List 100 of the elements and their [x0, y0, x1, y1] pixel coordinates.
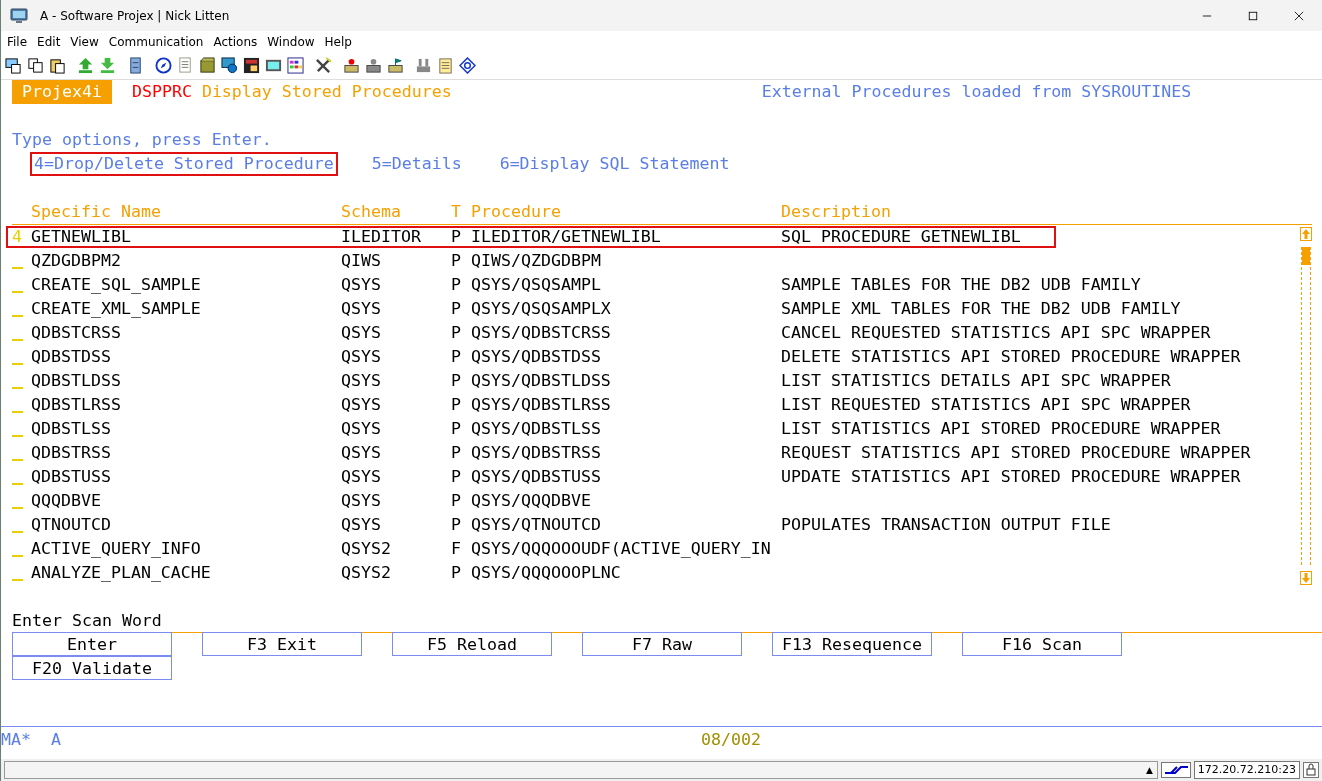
table-cell-text: QSYS/QQQDBVE	[471, 491, 592, 511]
robot-flag-icon[interactable]	[387, 57, 404, 74]
scroll-up-icon[interactable]	[1300, 227, 1312, 241]
menu-item[interactable]: Edit	[37, 34, 61, 49]
document-icon[interactable]	[177, 57, 194, 74]
scrollbar-track[interactable]	[1301, 247, 1311, 565]
table-cell-text: QDBSTRSS	[31, 443, 112, 463]
table-cell-text: QDBSTCRSS	[31, 323, 122, 343]
column-header: Description	[781, 202, 891, 222]
table-cell-text: QSYS/QDBSTUSS	[471, 467, 602, 487]
table-cell-text: QSYS	[341, 299, 382, 319]
table-cell-text: QDBSTDSS	[31, 347, 112, 367]
table-cell-text: ILEDITOR	[341, 227, 422, 247]
menu-item[interactable]: Window	[267, 34, 315, 49]
print-screen-icon[interactable]	[5, 57, 22, 74]
terminal-icon	[10, 7, 28, 24]
column-header: Procedure	[471, 202, 562, 222]
table-cell-text: QSYS	[341, 419, 382, 439]
table-cell: CANCEL REQUESTED STATISTICS API SPC WRAPPER	[781, 323, 1211, 343]
table-cell-text: QSYS/QDBSTLSS	[471, 419, 602, 439]
notepad-icon[interactable]	[437, 57, 454, 74]
table-cell-text: QIWS	[341, 251, 382, 271]
scroll-glyph[interactable]: ▲	[1145, 765, 1153, 775]
menu-item[interactable]: View	[70, 34, 99, 49]
table-cell-text: QDBSTLSS	[31, 419, 112, 439]
table-cell: DELETE STATISTICS API STORED PROCEDURE WRAPPER	[781, 347, 1241, 367]
cursor-position: 08/002	[701, 729, 761, 749]
box-icon[interactable]	[199, 57, 216, 74]
table-cell-text: P	[451, 515, 462, 535]
table-cell: POPULATES TRANSACTION OUTPUT FILE	[781, 515, 1111, 535]
download-icon[interactable]	[99, 57, 116, 74]
robot-icon[interactable]	[365, 57, 382, 74]
function-key-button[interactable]: F5 Reload	[392, 632, 552, 656]
table-cell-text: QTNOUTCD	[31, 515, 112, 535]
pause-icon[interactable]	[415, 57, 432, 74]
screen-heading: Display Stored Procedures	[201, 82, 452, 102]
table-cell-text: P	[451, 563, 462, 583]
paste-icon[interactable]	[49, 57, 66, 74]
upload-icon[interactable]	[77, 57, 94, 74]
monitor-icon[interactable]	[265, 57, 282, 74]
table-cell: SQL PROCEDURE GETNEWLIBL	[781, 227, 1021, 247]
table-cell-text: P	[451, 251, 462, 271]
table-cell-text: ACTIVE_QUERY_INFO	[31, 539, 202, 559]
scan-prompt: Enter Scan Word	[12, 611, 162, 631]
table-cell-text: QSYS/QDBSTCRSS	[471, 323, 612, 343]
table-cell-text: QSYS	[341, 491, 382, 511]
table-cell-text: P	[451, 419, 462, 439]
table-cell-text: P	[451, 467, 462, 487]
table-cell-text: P	[451, 491, 462, 511]
function-key-button[interactable]: Enter	[12, 632, 172, 656]
table-cell-text: CREATE_SQL_SAMPLE	[31, 275, 202, 295]
compass-icon[interactable]	[155, 57, 172, 74]
table-cell-text: QIWS/QZDGDBPM	[471, 251, 602, 271]
table-cell: UPDATE STATISTICS API STORED PROCEDURE WRAPPER	[781, 467, 1241, 487]
mode-indicator: MA*	[1, 729, 31, 749]
window-title: A - Software Projex | Nick Litten	[40, 8, 230, 23]
table-cell-text: QSYS2	[341, 563, 392, 583]
table-cell-text: QDBSTLDSS	[31, 371, 122, 391]
table-cell-text: QSYS	[341, 275, 382, 295]
table-cell-text: QSYS/QSQSAMPLX	[471, 299, 612, 319]
help-icon[interactable]	[459, 57, 476, 74]
menu-item[interactable]: File	[7, 34, 28, 49]
lock-icon	[1303, 762, 1319, 778]
column-header: T	[451, 202, 462, 222]
function-key-button[interactable]: F16 Scan	[962, 632, 1122, 656]
function-key-button[interactable]: F20 Validate	[12, 656, 172, 680]
menu-item[interactable]: Help	[324, 34, 352, 49]
function-key-button[interactable]: F3 Exit	[202, 632, 362, 656]
table-cell-text: P	[451, 323, 462, 343]
table-cell-text: QSYS/QQQOOOPLNC	[471, 563, 622, 583]
spreadsheet-icon[interactable]	[243, 57, 260, 74]
grid-icon[interactable]	[287, 57, 304, 74]
option-legend: 5=Details	[367, 152, 466, 176]
app-badge: Projex4i	[12, 80, 112, 104]
table-cell: SAMPLE TABLES FOR THE DB2 UDB FAMILY	[781, 275, 1141, 295]
table-cell-text: QSYS/QDBSTLDSS	[471, 371, 612, 391]
option-legend: 4=Drop/Delete Stored Procedure	[30, 152, 338, 176]
table-cell-text: P	[451, 227, 462, 247]
table-cell-text: QZDGDBPM2	[31, 251, 122, 271]
table-cell-text: QSYS2	[341, 539, 392, 559]
scrollbar-thumb[interactable]	[1302, 247, 1310, 265]
table-cell-text: P	[451, 395, 462, 415]
table-cell-text: QSYS	[341, 323, 382, 343]
table-cell-text: QSYS/QDBSTLRSS	[471, 395, 612, 415]
table-cell-text: ANALYZE_PLAN_CACHE	[31, 563, 212, 583]
option-legend: 6=Display SQL Statement	[495, 152, 734, 176]
menu-item[interactable]: Actions	[213, 34, 258, 49]
function-key-button[interactable]: F7 Raw	[582, 632, 742, 656]
function-key-button[interactable]: F13 Resequence	[772, 632, 932, 656]
file-cabinet-icon[interactable]	[127, 57, 144, 74]
table-cell-text: P	[451, 275, 462, 295]
table-cell: LIST STATISTICS API STORED PROCEDURE WRAPPER	[781, 419, 1221, 439]
table-cell-text: F	[451, 539, 462, 559]
table-cell-text: P	[451, 371, 462, 391]
robot-icon[interactable]	[343, 57, 360, 74]
copy-icon[interactable]	[27, 57, 44, 74]
menu-item[interactable]: Communication	[108, 34, 204, 49]
host-address: 172.20.72.210:23	[1193, 761, 1300, 779]
session-indicator: A	[51, 729, 61, 749]
scroll-down-icon[interactable]	[1300, 571, 1312, 585]
